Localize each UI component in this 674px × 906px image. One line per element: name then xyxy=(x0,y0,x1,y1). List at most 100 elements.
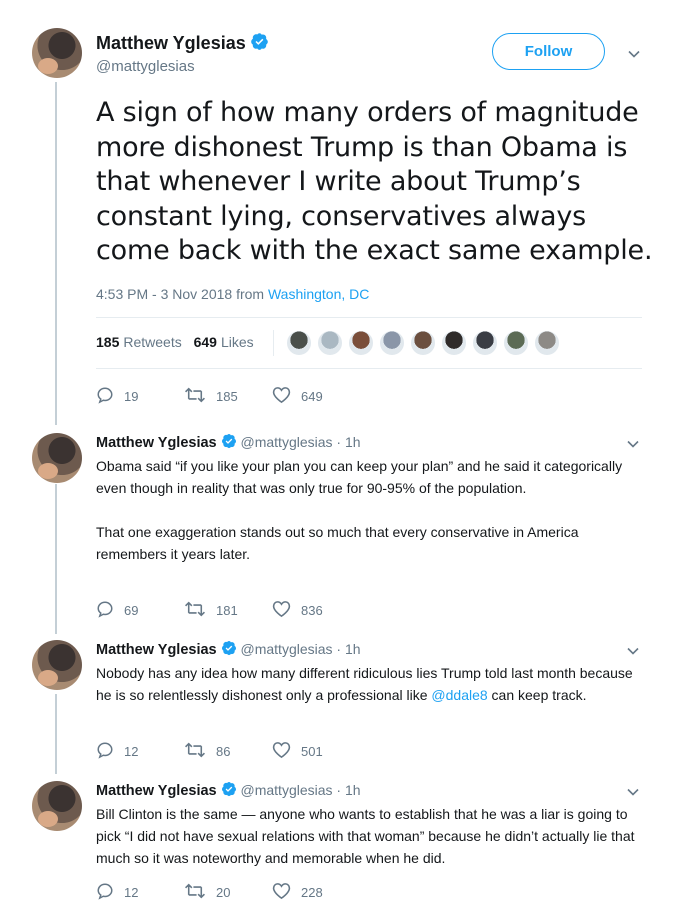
retweet-button[interactable]: 86 xyxy=(184,741,272,762)
liker-avatar[interactable] xyxy=(348,330,374,356)
reply-header: Matthew Yglesias @mattyglesias · 1h xyxy=(96,781,361,800)
verified-badge-icon xyxy=(221,781,237,800)
author-handle[interactable]: @mattyglesias xyxy=(241,434,333,450)
divider xyxy=(96,317,642,318)
reply-time[interactable]: · 1h xyxy=(336,641,360,657)
follow-button[interactable]: Follow xyxy=(492,33,605,70)
like-button[interactable]: 228 xyxy=(272,882,360,903)
likes-stat[interactable]: 649 Likes xyxy=(194,334,254,350)
tweet-actions: 19 185 649 xyxy=(96,386,360,407)
verified-badge-icon xyxy=(221,433,237,452)
retweets-count: 185 xyxy=(96,334,120,350)
reply-paragraph: Obama said “if you like your plan you ca… xyxy=(96,458,623,496)
author-name[interactable]: Matthew Yglesias xyxy=(96,783,217,799)
like-button[interactable]: 836 xyxy=(272,600,360,621)
chevron-down-icon[interactable] xyxy=(627,47,641,61)
retweets-stat[interactable]: 185 Retweets xyxy=(96,334,182,350)
liker-avatar[interactable] xyxy=(317,330,343,356)
likes-label: Likes xyxy=(220,334,254,350)
retweet-count: 185 xyxy=(216,389,238,404)
tweet-actions: 12 86 501 xyxy=(96,741,360,762)
chevron-down-icon[interactable] xyxy=(626,644,640,658)
reply-time[interactable]: · 1h xyxy=(336,782,360,798)
retweets-label: Retweets xyxy=(123,334,182,350)
heart-icon xyxy=(272,386,301,407)
likes-count: 649 xyxy=(193,334,217,350)
reply-text: Bill Clinton is the same — anyone who wa… xyxy=(96,803,644,869)
like-button[interactable]: 649 xyxy=(272,386,360,407)
retweet-count: 20 xyxy=(216,885,231,900)
tweet-stats: 185 Retweets 649 Likes xyxy=(96,334,262,350)
author-handle[interactable]: @mattyglesias xyxy=(241,782,333,798)
like-count: 501 xyxy=(301,744,323,759)
retweet-count: 181 xyxy=(216,603,238,618)
author-name-row[interactable]: Matthew Yglesias xyxy=(96,32,269,56)
reply-button[interactable]: 12 xyxy=(96,882,184,903)
chevron-down-icon[interactable] xyxy=(626,437,640,451)
chevron-down-icon[interactable] xyxy=(626,785,640,799)
retweet-icon xyxy=(184,600,216,621)
tweet-actions: 69 181 836 xyxy=(96,600,360,621)
divider xyxy=(96,368,642,369)
reply-header: Matthew Yglesias @mattyglesias · 1h xyxy=(96,433,361,452)
author-name[interactable]: Matthew Yglesias xyxy=(96,435,217,451)
timestamp-text[interactable]: 4:53 PM - 3 Nov 2018 from xyxy=(96,286,268,302)
reply-count: 12 xyxy=(124,744,139,759)
reply-count: 19 xyxy=(124,389,139,404)
reply-icon xyxy=(96,741,124,762)
reply-icon xyxy=(96,882,124,903)
heart-icon xyxy=(272,600,301,621)
reply-icon xyxy=(96,600,124,621)
reply-paragraph: That one exaggeration stands out so much… xyxy=(96,524,579,562)
retweet-icon xyxy=(184,882,216,903)
liker-avatar[interactable] xyxy=(441,330,467,356)
retweet-icon xyxy=(184,741,216,762)
avatar[interactable] xyxy=(32,640,82,690)
retweet-button[interactable]: 20 xyxy=(184,882,272,903)
retweet-button[interactable]: 185 xyxy=(184,386,272,407)
author-name[interactable]: Matthew Yglesias xyxy=(96,33,246,53)
tweet-text: A sign of how many orders of magnitude m… xyxy=(96,97,653,266)
author-name[interactable]: Matthew Yglesias xyxy=(96,642,217,658)
reply-count: 12 xyxy=(124,885,139,900)
reply-button[interactable]: 69 xyxy=(96,600,184,621)
reply-paragraph: Bill Clinton is the same — anyone who wa… xyxy=(96,806,635,866)
verified-badge-icon xyxy=(221,640,237,659)
like-count: 228 xyxy=(301,885,323,900)
mention-link[interactable]: @ddale8 xyxy=(431,687,487,703)
liker-avatar[interactable] xyxy=(286,330,312,356)
liker-avatar[interactable] xyxy=(472,330,498,356)
liker-avatar[interactable] xyxy=(534,330,560,356)
avatar[interactable] xyxy=(32,781,82,831)
verified-badge-icon xyxy=(250,32,269,56)
reply-text: Nobody has any idea how many different r… xyxy=(96,662,644,706)
reply-paragraph: Nobody has any idea how many different r… xyxy=(96,662,644,706)
liker-avatar[interactable] xyxy=(379,330,405,356)
tweet-actions: 12 20 228 xyxy=(96,882,360,903)
reply-count: 69 xyxy=(124,603,139,618)
retweet-button[interactable]: 181 xyxy=(184,600,272,621)
reply-text-part: can keep track. xyxy=(487,687,587,703)
avatar[interactable] xyxy=(32,28,82,78)
author-handle[interactable]: @mattyglesias xyxy=(96,58,195,75)
reply-button[interactable]: 12 xyxy=(96,741,184,762)
like-count: 836 xyxy=(301,603,323,618)
thread-line xyxy=(55,694,57,774)
heart-icon xyxy=(272,741,301,762)
liker-avatar[interactable] xyxy=(503,330,529,356)
reply-button[interactable]: 19 xyxy=(96,386,184,407)
author-handle[interactable]: @mattyglesias xyxy=(241,641,333,657)
retweet-icon xyxy=(184,386,216,407)
heart-icon xyxy=(272,882,301,903)
reply-header: Matthew Yglesias @mattyglesias · 1h xyxy=(96,640,361,659)
tweet-timestamp: 4:53 PM - 3 Nov 2018 from Washington, DC xyxy=(96,286,369,302)
like-button[interactable]: 501 xyxy=(272,741,360,762)
retweet-count: 86 xyxy=(216,744,231,759)
location-link[interactable]: Washington, DC xyxy=(268,286,369,302)
stat-separator xyxy=(273,330,274,356)
reply-time[interactable]: · 1h xyxy=(336,434,360,450)
liker-avatar[interactable] xyxy=(410,330,436,356)
likers-avatars xyxy=(286,330,565,356)
reply-icon xyxy=(96,386,124,407)
avatar[interactable] xyxy=(32,433,82,483)
